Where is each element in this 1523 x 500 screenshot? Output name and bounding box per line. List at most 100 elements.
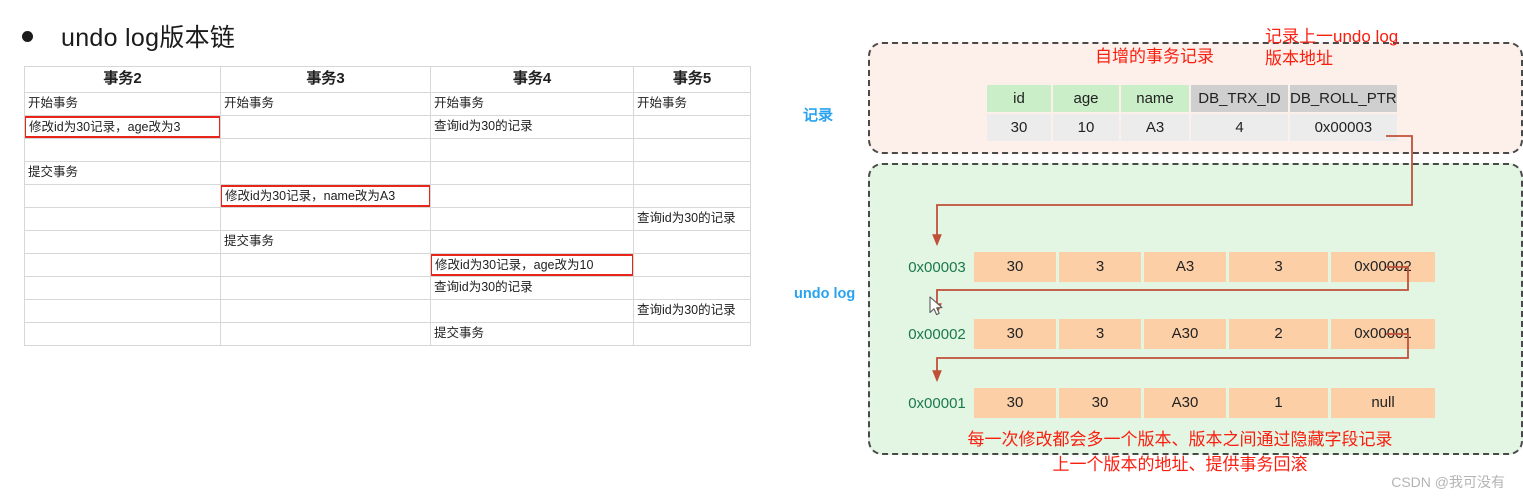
highlighted-cell-text: 修改id为30记录，age改为10	[431, 254, 633, 276]
cell-text: 查询id为30的记录	[637, 303, 736, 318]
table-cell	[633, 322, 751, 346]
undo-cell-name: A30	[1144, 388, 1226, 418]
table-row: 提交事务	[24, 322, 751, 346]
record-value-db-trx-id: 4	[1191, 114, 1288, 141]
table-cell	[633, 161, 751, 185]
table-cell	[430, 138, 634, 162]
table-cell	[430, 207, 634, 231]
highlighted-cell-text: 修改id为30记录，age改为3	[25, 116, 220, 138]
table-cell	[633, 115, 751, 139]
table-cell	[430, 230, 634, 254]
undo-cell-db-trx-id: 1	[1229, 388, 1328, 418]
table-cell	[24, 253, 221, 277]
undo-cell-age: 3	[1059, 252, 1141, 282]
undo-log-address: 0x00002	[908, 325, 966, 343]
table-cell	[24, 184, 221, 208]
table-cell	[220, 322, 431, 346]
table-cell: 查询id为30的记录	[633, 207, 751, 231]
page-heading: undo log版本链	[22, 18, 235, 54]
cell-text: 查询id为30的记录	[637, 211, 736, 226]
table-cell	[430, 184, 634, 208]
table-row	[24, 138, 751, 162]
undo-log-cells: 30 30 A30 1 null	[974, 388, 1435, 418]
highlighted-cell-text: 修改id为30记录，name改为A3	[221, 185, 430, 207]
table-cell: 修改id为30记录，name改为A3	[220, 184, 431, 208]
undo-cell-name: A3	[1144, 252, 1226, 282]
record-header-row: id age name DB_TRX_ID DB_ROLL_PTR	[987, 85, 1397, 112]
table-row: 开始事务 开始事务 开始事务 开始事务	[24, 92, 751, 116]
column-header-txn2: 事务2	[24, 66, 221, 93]
table-cell	[633, 230, 751, 254]
undo-cell-db-trx-id: 2	[1229, 319, 1328, 349]
annotation-roll-ptr-line2: 版本地址	[1265, 49, 1333, 68]
record-value-db-roll-ptr: 0x00003	[1290, 114, 1397, 141]
record-col-id: id	[987, 85, 1051, 112]
table-row: 修改id为30记录，name改为A3	[24, 184, 751, 208]
annotation-bottom-line1: 每一次修改都会多一个版本、版本之间通过隐藏字段记录	[967, 430, 1393, 449]
table-cell: 提交事务	[24, 161, 221, 185]
record-col-name: name	[1121, 85, 1189, 112]
table-cell	[24, 322, 221, 346]
table-cell	[220, 207, 431, 231]
cell-text: 查询id为30的记录	[434, 119, 533, 134]
undolog-region-label: undo log	[794, 286, 856, 302]
undo-cell-db-roll-ptr: 0x00002	[1331, 252, 1435, 282]
cell-text: 提交事务	[434, 326, 485, 341]
bullet-dot-icon	[22, 30, 33, 42]
undo-log-address: 0x00001	[908, 394, 966, 412]
annotation-bottom-note: 每一次修改都会多一个版本、版本之间通过隐藏字段记录 上一个版本的地址、提供事务回…	[880, 427, 1480, 477]
column-header-txn5: 事务5	[633, 66, 751, 93]
table-row: 修改id为30记录，age改为3 查询id为30的记录	[24, 115, 751, 139]
cell-text: 开始事务	[28, 96, 79, 111]
table-cell	[24, 276, 221, 300]
record-value-row: 30 10 A3 4 0x00003	[987, 114, 1397, 141]
cell-text: 提交事务	[28, 165, 79, 180]
table-cell: 提交事务	[430, 322, 634, 346]
table-cell: 开始事务	[220, 92, 431, 116]
mouse-cursor-icon	[929, 296, 943, 316]
undo-log-cells: 30 3 A30 2 0x00001	[974, 319, 1435, 349]
cell-text: 开始事务	[224, 96, 275, 111]
undo-log-address: 0x00003	[908, 258, 966, 276]
table-cell	[633, 138, 751, 162]
record-col-db-trx-id: DB_TRX_ID	[1191, 85, 1288, 112]
table-cell	[220, 161, 431, 185]
watermark: CSDN @我可没有	[1391, 474, 1505, 490]
left-panel: undo log版本链 事务2 事务3 事务4 事务5 开始事务 开始事务 开始事务…	[0, 0, 800, 500]
undo-log-version-chain-diagram: 记录 undo log 自增的事务记录 记录上一undo log 版本地址 id…	[794, 0, 1523, 500]
table-row: 查询id为30的记录	[24, 299, 751, 323]
cell-text: 查询id为30的记录	[434, 280, 533, 295]
table-cell	[24, 299, 221, 323]
table-cell	[220, 299, 431, 323]
table-cell	[430, 161, 634, 185]
record-value-id: 30	[987, 114, 1051, 141]
table-cell: 开始事务	[24, 92, 221, 116]
page-title: undo log版本链	[61, 24, 236, 52]
table-cell: 开始事务	[633, 92, 751, 116]
undo-cell-age: 30	[1059, 388, 1141, 418]
undo-cell-name: A30	[1144, 319, 1226, 349]
table-cell	[633, 253, 751, 277]
cell-text: 开始事务	[637, 96, 688, 111]
table-cell	[24, 138, 221, 162]
table-cell	[633, 276, 751, 300]
table-cell: 修改id为30记录，age改为3	[24, 115, 221, 139]
table-cell: 修改id为30记录，age改为10	[430, 253, 634, 277]
table-row: 提交事务	[24, 230, 751, 254]
table-row: 查询id为30的记录	[24, 207, 751, 231]
record-col-age: age	[1053, 85, 1119, 112]
current-record-table: id age name DB_TRX_ID DB_ROLL_PTR 30 10 …	[985, 83, 1399, 143]
undo-cell-id: 30	[974, 319, 1056, 349]
record-region-label: 记录	[803, 107, 834, 124]
table-cell	[24, 207, 221, 231]
transaction-timeline-table: 事务2 事务3 事务4 事务5 开始事务 开始事务 开始事务 开始事务 修改id为30记…	[24, 66, 751, 346]
table-row: 查询id为30的记录	[24, 276, 751, 300]
undo-cell-db-trx-id: 3	[1229, 252, 1328, 282]
table-cell	[220, 138, 431, 162]
table-cell	[220, 276, 431, 300]
record-col-db-roll-ptr: DB_ROLL_PTR	[1290, 85, 1397, 112]
table-cell	[220, 253, 431, 277]
undo-log-row: 0x00001 30 30 A30 1 null	[900, 388, 1435, 418]
cell-text: 开始事务	[434, 96, 485, 111]
annotation-bottom-line2: 上一个版本的地址、提供事务回滚	[1052, 455, 1308, 474]
